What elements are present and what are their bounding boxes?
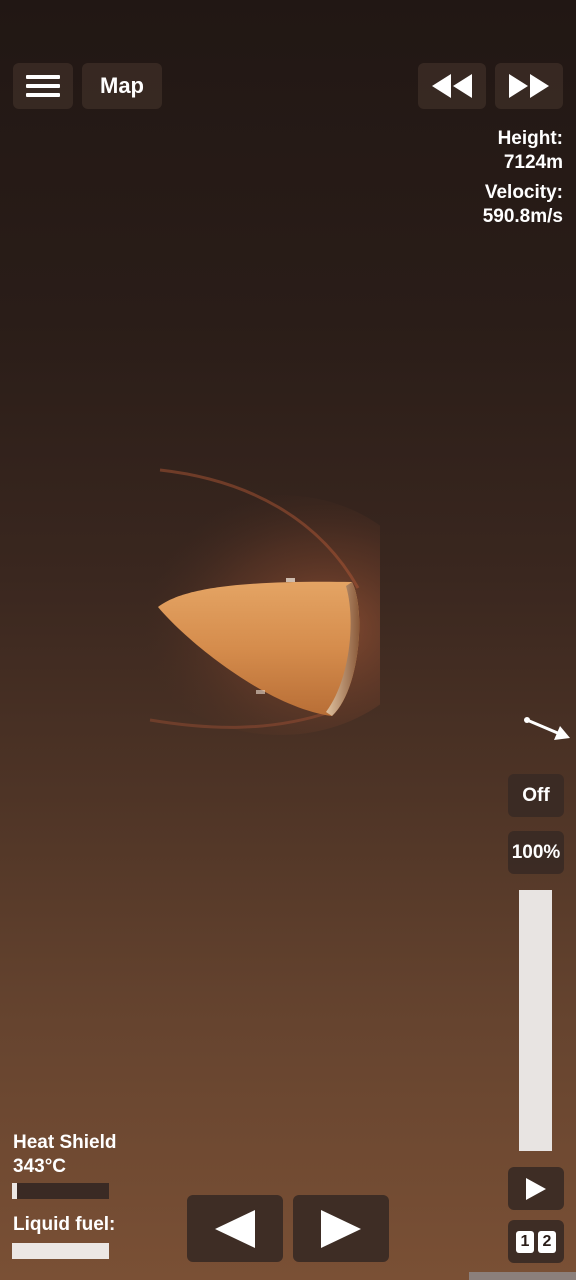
liquid-fuel-label: Liquid fuel: [13, 1214, 116, 1235]
fast-forward-icon [509, 74, 549, 98]
capsule-marker-top [286, 578, 295, 582]
rewind-icon [432, 74, 472, 98]
play-icon [526, 1177, 546, 1200]
height-value: 7124m [503, 152, 563, 173]
play-button[interactable] [508, 1167, 564, 1210]
rotate-left-button[interactable] [187, 1195, 283, 1262]
stage-digit-2: 2 [538, 1230, 556, 1253]
capsule-marker-bottom [256, 690, 265, 694]
stage-digit-1: 1 [516, 1230, 534, 1253]
velocity-value: 590.8m/s [482, 206, 563, 227]
heat-shield-label: Heat Shield [13, 1132, 117, 1153]
sas-off-button[interactable]: Off [508, 774, 564, 817]
heat-shield-bar-fill [12, 1183, 17, 1199]
liquid-fuel-bar [12, 1243, 109, 1259]
heat-shield-temperature: 343°C [13, 1156, 67, 1177]
velocity-label: Velocity: [484, 182, 563, 203]
home-indicator [469, 1272, 576, 1280]
reentry-capsule [130, 468, 380, 735]
rewind-button[interactable] [418, 63, 486, 109]
rotate-left-icon [215, 1209, 255, 1248]
menu-button[interactable] [13, 63, 73, 109]
map-button[interactable]: Map [82, 63, 162, 109]
throttle-fill [519, 890, 552, 1151]
hamburger-menu-icon [26, 75, 60, 97]
fast-forward-button[interactable] [495, 63, 563, 109]
liquid-fuel-bar-fill [12, 1243, 109, 1259]
throttle-percentage-button[interactable]: 100% [508, 831, 564, 874]
velocity-readout: Velocity: 590.8m/s [483, 181, 563, 229]
height-label: Height: [497, 128, 563, 149]
heat-shield-bar [12, 1183, 109, 1199]
rotate-right-icon [321, 1209, 361, 1248]
direction-arrow-icon [524, 717, 570, 740]
rotate-right-button[interactable] [293, 1195, 389, 1262]
throttle-slider[interactable] [519, 890, 552, 1151]
stage-button[interactable]: 1 2 [508, 1220, 564, 1263]
height-readout: Height: 7124m [498, 127, 563, 175]
